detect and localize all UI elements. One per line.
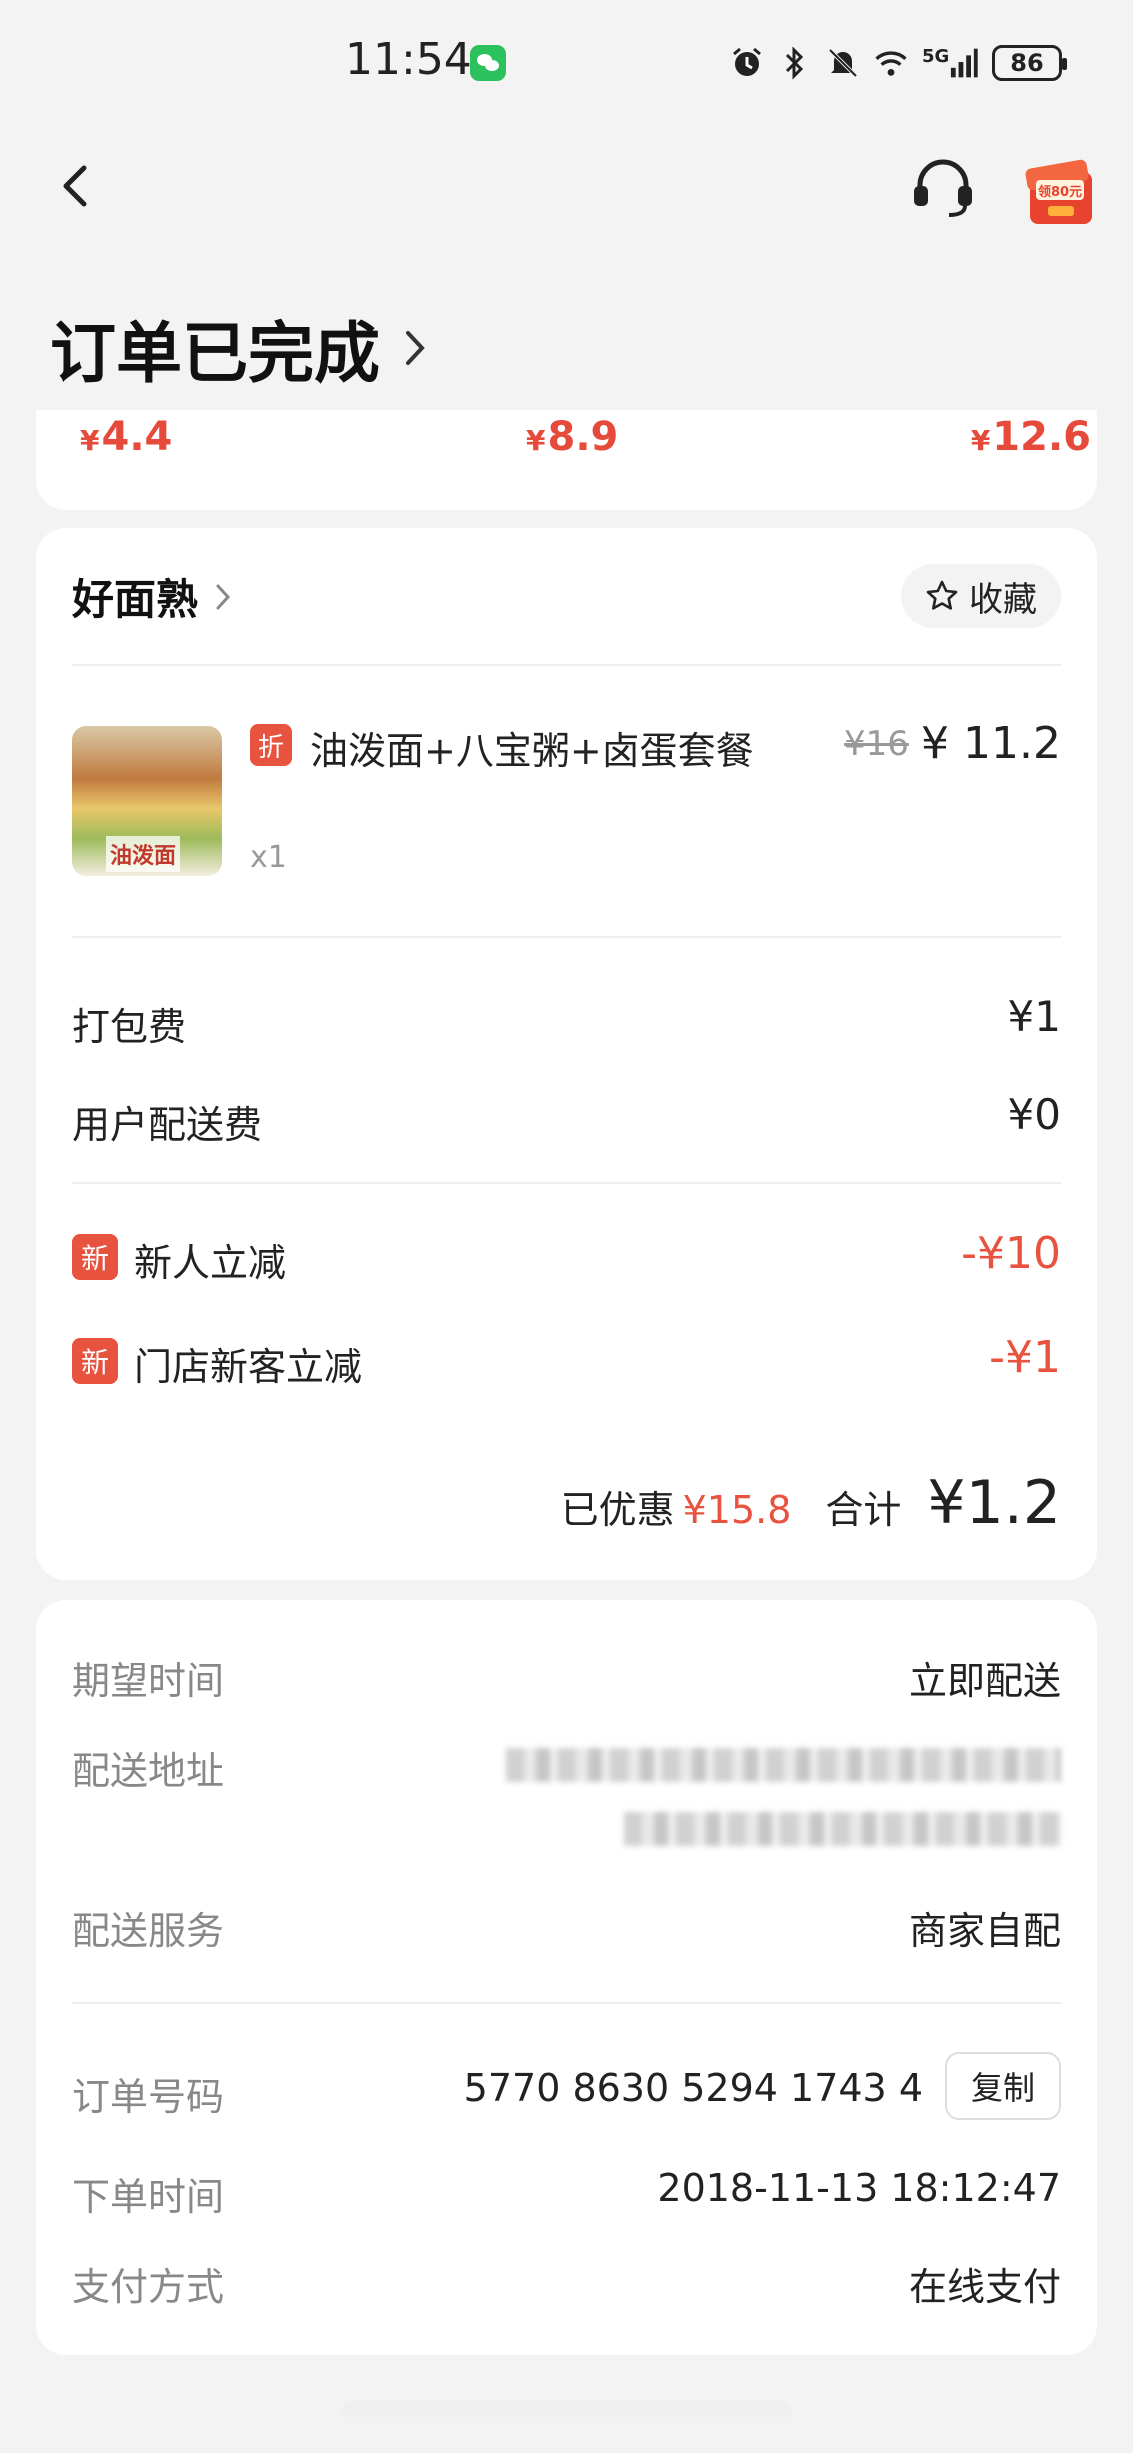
page-title: 订单已完成: [50, 315, 380, 392]
total-value: ¥1.2: [927, 1468, 1061, 1538]
address-line-redacted: [506, 1748, 1061, 1782]
delivery-fee-label: 用户配送费: [72, 1103, 263, 1147]
price-item: ¥4.4: [80, 414, 173, 460]
back-arrow-icon[interactable]: [50, 150, 100, 220]
item-price: ¥ 11.2: [921, 718, 1061, 769]
delivery-info-card: 期望时间 立即配送 配送地址 配送服务 商家自配 订单号码 5770 8630 …: [36, 1600, 1097, 2355]
divider: [72, 664, 1061, 666]
payment-method-value: 在线支付: [908, 2265, 1061, 2309]
order-time-value: 2018-11-13 18:12:47: [657, 2166, 1061, 2210]
favorite-label: 收藏: [969, 579, 1037, 620]
item-original-price: ¥16: [844, 724, 909, 764]
copy-order-number-button[interactable]: 复制: [945, 2052, 1061, 2120]
address-contact-redacted: [624, 1812, 1061, 1846]
service-value: 商家自配: [908, 1909, 1061, 1953]
divider: [72, 936, 1061, 938]
price-item: ¥12.6: [970, 414, 1091, 460]
order-number-value: 5770 8630 5294 1743 4: [463, 2066, 923, 2110]
discount-value: -¥1: [989, 1332, 1061, 1383]
price-item: ¥8.9: [526, 414, 619, 460]
shop-link[interactable]: 好面熟: [72, 566, 232, 627]
recommendation-card: ¥4.4 ¥8.9 ¥12.6: [36, 410, 1097, 510]
mute-icon: [826, 46, 860, 80]
address-label: 配送地址: [72, 1749, 225, 1793]
saved-value: ¥15.8: [682, 1488, 792, 1532]
favorite-button[interactable]: 收藏: [901, 564, 1061, 628]
alarm-icon: [730, 46, 764, 80]
battery-level: 86: [1010, 49, 1044, 77]
order-time-label: 下单时间: [72, 2175, 225, 2219]
order-status-title[interactable]: 订单已完成: [50, 300, 430, 396]
customer-service-headset-icon[interactable]: [908, 152, 978, 222]
expected-time-value: 立即配送: [908, 1659, 1061, 1703]
service-label: 配送服务: [72, 1909, 225, 1953]
delivery-fee-value: ¥0: [1007, 1090, 1061, 1139]
payment-method-label: 支付方式: [72, 2265, 225, 2309]
total-label: 合计: [825, 1488, 902, 1532]
expected-time-label: 期望时间: [72, 1659, 225, 1703]
status-time: 11:54: [345, 34, 472, 85]
order-detail-card: 好面熟 收藏 油泼面 折 油泼面+八宝粥+卤蛋套餐 ¥16 ¥ 11.2 x1 …: [36, 528, 1097, 1580]
food-image[interactable]: 油泼面: [72, 726, 222, 876]
bottom-fade: [340, 2400, 793, 2430]
chevron-right-icon: [216, 584, 231, 609]
cellular-signal-icon: 5G: [922, 46, 978, 80]
food-image-label: 油泼面: [106, 836, 181, 872]
bluetooth-icon: [778, 46, 812, 80]
gift-badge-text: 领80元: [1038, 185, 1083, 200]
order-number-label: 订单号码: [72, 2075, 225, 2119]
wifi-icon: [874, 46, 908, 80]
item-quantity: x1: [250, 840, 287, 875]
divider: [72, 1182, 1061, 1184]
discount-tag: 折: [250, 724, 292, 766]
saved-label: 已优惠: [560, 1488, 675, 1532]
order-summary: 已优惠 ¥15.8 合计 ¥1.2: [561, 1468, 1061, 1538]
chevron-right-icon: [406, 331, 425, 365]
divider: [72, 2002, 1061, 2004]
discount-label: 新人立减: [134, 1241, 287, 1285]
status-icons: 5G 86: [730, 38, 1067, 88]
red-packet-gift-icon[interactable]: 领80元: [1022, 150, 1098, 228]
discount-value: -¥10: [961, 1228, 1061, 1279]
new-user-tag: 新: [72, 1338, 118, 1384]
discount-label: 门店新客立减: [134, 1345, 363, 1389]
signal-label: 5G: [922, 46, 950, 67]
new-user-tag: 新: [72, 1234, 118, 1280]
battery-indicator: 86: [992, 45, 1067, 81]
packing-fee-label: 打包费: [72, 1005, 187, 1049]
wechat-notification-icon: [470, 45, 506, 81]
packing-fee-value: ¥1: [1007, 992, 1061, 1041]
shop-name: 好面熟: [72, 575, 199, 624]
star-icon: [926, 580, 958, 610]
item-name[interactable]: 油泼面+八宝粥+卤蛋套餐: [310, 720, 754, 775]
